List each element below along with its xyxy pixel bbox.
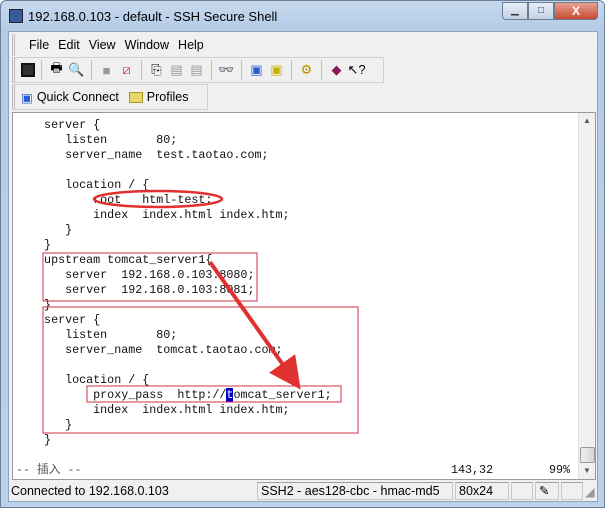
toolbar: 🖶 🔍 ■ ⧄ ⎘ ▤ ▤ 👓 ▣ ▣ ⚙ ◆ ↖? xyxy=(12,57,384,83)
terminal-line: index index.html index.htm; xyxy=(93,403,290,417)
menu-edit[interactable]: Edit xyxy=(58,38,80,52)
menu-view[interactable]: View xyxy=(89,38,116,52)
new-file-transfer-icon[interactable]: ▣ xyxy=(268,62,285,79)
resize-grip-icon[interactable]: ◢ xyxy=(585,484,595,499)
disconnect-icon[interactable]: ■ xyxy=(98,62,115,79)
context-help-icon[interactable]: ↖? xyxy=(347,62,365,79)
scroll-up-icon[interactable]: ▲ xyxy=(579,113,595,129)
terminal-line: location / { xyxy=(65,178,150,192)
minimize-button[interactable]: ▁ xyxy=(502,2,528,20)
paste-icon[interactable]: ▤ xyxy=(168,62,185,79)
terminal-line: } xyxy=(65,223,73,237)
title-bar: 192.168.0.103 - default - SSH Secure She… xyxy=(9,6,277,26)
status-pane xyxy=(511,482,533,500)
terminal-line: root html-test; xyxy=(93,193,213,207)
help-book-icon[interactable]: ◆ xyxy=(328,62,345,79)
app-window: 192.168.0.103 - default - SSH Secure She… xyxy=(0,0,605,508)
terminal-line: index index.html index.htm; xyxy=(93,208,290,222)
save-icon[interactable] xyxy=(21,63,35,77)
cursor-position: 143,32 xyxy=(451,463,494,477)
terminal[interactable]: server { listen 80; server_name test.tao… xyxy=(12,112,596,480)
menu-file[interactable]: File xyxy=(29,38,49,52)
folder-icon xyxy=(128,91,143,103)
settings-disabled-icon[interactable]: ⧄ xyxy=(118,62,135,79)
scroll-down-icon[interactable]: ▼ xyxy=(579,463,595,479)
terminal-text: server { listen 80; server_name test.tao… xyxy=(16,118,332,448)
quick-connect-button[interactable]: Quick Connect xyxy=(37,90,119,104)
terminal-line: upstream tomcat_server1{ xyxy=(44,253,213,267)
terminal-line: } xyxy=(44,298,52,312)
terminal-line: server 192.168.0.103:8081; xyxy=(65,283,255,297)
terminal-line: server 192.168.0.103:8080; xyxy=(65,268,255,282)
client-area: File Edit View Window Help 🖶 🔍 ■ ⧄ ⎘ ▤ ▤… xyxy=(8,31,598,502)
vim-status-line: -- 插入 -- 143,32 99% xyxy=(16,463,576,478)
window-title: 192.168.0.103 - default - SSH Secure She… xyxy=(28,8,278,24)
terminal-line: server_name test.taotao.com; xyxy=(65,148,269,162)
profiles-button[interactable]: Profiles xyxy=(147,90,189,104)
cipher-info: SSH2 - aes128-cbc - hmac-md5 xyxy=(257,482,453,500)
close-button[interactable]: X xyxy=(554,2,598,20)
vim-mode: -- 插入 -- xyxy=(16,463,82,477)
scroll-thumb[interactable] xyxy=(580,447,595,463)
copy-icon[interactable]: ⎘ xyxy=(148,62,165,79)
terminal-line: server { xyxy=(44,118,101,132)
print-icon[interactable]: 🖶 xyxy=(48,60,65,79)
menu-help[interactable]: Help xyxy=(178,38,204,52)
terminal-line: location / { xyxy=(65,373,150,387)
tunnel-icon: ✎ xyxy=(535,482,559,500)
terminal-size: 80x24 xyxy=(455,482,509,500)
terminal-line: server { xyxy=(44,313,101,327)
terminal-line: } xyxy=(44,238,52,252)
terminal-line: } xyxy=(44,433,52,447)
terminal-line: listen 80; xyxy=(65,328,178,342)
connection-status: Connected to 192.168.0.103 xyxy=(11,484,169,498)
status-bar: Connected to 192.168.0.103 SSH2 - aes128… xyxy=(9,481,597,501)
proxy-pass-line: proxy_pass http://tomcat_server1; xyxy=(16,388,332,402)
vertical-scrollbar[interactable]: ▲ ▼ xyxy=(578,113,595,479)
maximize-button[interactable]: □ xyxy=(528,2,554,20)
terminal-line: } xyxy=(65,418,73,432)
terminal-line: server_name tomcat.taotao.com; xyxy=(65,343,283,357)
terminal-line: listen 80; xyxy=(65,133,178,147)
quick-connect-icon: ▣ xyxy=(21,90,33,105)
file-percent: 99% xyxy=(549,463,571,477)
status-pane xyxy=(561,482,583,500)
app-icon xyxy=(9,9,23,23)
new-terminal-icon[interactable]: ▣ xyxy=(248,62,265,79)
find-icon[interactable]: 👓 xyxy=(218,62,235,79)
print-preview-icon[interactable]: 🔍 xyxy=(68,62,85,79)
profile-settings-icon[interactable]: ⚙ xyxy=(298,62,315,79)
quick-connect-bar: ▣ Quick Connect Profiles xyxy=(12,84,208,110)
menu-bar: File Edit View Window Help xyxy=(12,34,594,56)
menu-window[interactable]: Window xyxy=(125,38,169,52)
paste-disabled-icon[interactable]: ▤ xyxy=(188,62,205,79)
